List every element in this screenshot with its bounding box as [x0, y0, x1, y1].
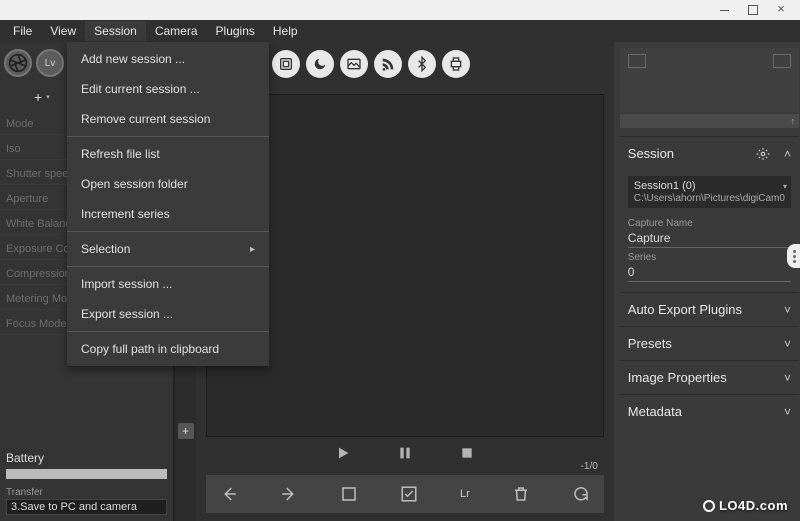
print-icon[interactable]: [442, 50, 470, 78]
lightroom-button[interactable]: Lr: [460, 488, 470, 500]
capture-name-input[interactable]: [628, 229, 791, 248]
series-input[interactable]: [628, 263, 791, 282]
back-icon[interactable]: [220, 485, 238, 503]
presets-section[interactable]: Presets˅: [620, 326, 799, 360]
menu-selection[interactable]: Selection▸: [67, 234, 269, 264]
gear-icon[interactable]: [756, 147, 770, 161]
thumb-placeholder-right: [773, 54, 791, 68]
bottom-toolbar: -1/0 Lr: [206, 475, 604, 513]
chevron-down-icon: ▾: [783, 182, 787, 191]
chevron-up-icon: ˄: [784, 147, 791, 161]
series-label: Series: [628, 252, 791, 263]
session-section-header[interactable]: Session ˄: [620, 136, 799, 170]
capture-name-label: Capture Name: [628, 218, 791, 229]
rss-icon[interactable]: [374, 50, 402, 78]
menu-session[interactable]: Session: [85, 21, 146, 41]
right-panel: ↑ Session ˄ Session1 (0) C:\Users\ahorn\…: [614, 42, 800, 521]
globe-icon: [703, 500, 715, 512]
titlebar: ×: [0, 0, 800, 20]
bluetooth-icon[interactable]: [408, 50, 436, 78]
stop-icon[interactable]: [459, 445, 475, 461]
menu-plugins[interactable]: Plugins: [207, 21, 264, 41]
auto-export-section[interactable]: Auto Export Plugins˅: [620, 292, 799, 326]
menu-camera[interactable]: Camera: [146, 21, 207, 41]
submenu-arrow-icon: ▸: [250, 244, 255, 255]
watermark: LO4D.com: [703, 498, 788, 513]
picture-icon[interactable]: [340, 50, 368, 78]
menu-refresh-files[interactable]: Refresh file list: [67, 139, 269, 169]
battery-label: Battery: [0, 445, 173, 467]
trash-icon[interactable]: [512, 485, 530, 503]
playback-controls: [196, 437, 614, 469]
scroll-up-button[interactable]: ↑: [620, 114, 799, 128]
thumb-placeholder-left: [628, 54, 646, 68]
session-path: C:\Users\ahorn\Pictures\digiCam0: [634, 193, 785, 204]
menu-remove-session[interactable]: Remove current session: [67, 104, 269, 134]
window-close-button[interactable]: ×: [776, 5, 786, 15]
drag-handle-icon[interactable]: [787, 244, 800, 268]
chevron-down-icon: ˅: [784, 337, 791, 351]
transfer-label: Transfer: [0, 485, 173, 498]
menubar: File View Session Camera Plugins Help: [0, 20, 800, 42]
metadata-section[interactable]: Metadata˅: [620, 394, 799, 428]
aperture-icon[interactable]: [4, 49, 32, 77]
stop-square-icon[interactable]: [340, 485, 358, 503]
menu-export-session[interactable]: Export session ...: [67, 299, 269, 329]
menu-increment-series[interactable]: Increment series: [67, 199, 269, 229]
window-maximize-button[interactable]: [748, 5, 758, 15]
chevron-down-icon: ˅: [784, 303, 791, 317]
window-minimize-button[interactable]: [720, 5, 730, 15]
menu-edit-session[interactable]: Edit current session ...: [67, 74, 269, 104]
play-icon[interactable]: [335, 445, 351, 461]
add-setting-button[interactable]: +: [178, 423, 194, 439]
menu-import-session[interactable]: Import session ...: [67, 269, 269, 299]
image-props-section[interactable]: Image Properties˅: [620, 360, 799, 394]
menu-copy-path[interactable]: Copy full path in clipboard: [67, 334, 269, 364]
image-counter: -1/0: [581, 461, 598, 472]
session-header-label: Session: [628, 146, 674, 161]
transfer-select[interactable]: 3.Save to PC and camera: [6, 499, 167, 515]
menu-view[interactable]: View: [41, 21, 85, 41]
menu-add-session[interactable]: Add new session ...: [67, 44, 269, 74]
battery-bar: [6, 469, 167, 479]
session-select[interactable]: Session1 (0) C:\Users\ahorn\Pictures\dig…: [628, 176, 791, 208]
forward-icon[interactable]: [280, 485, 298, 503]
chevron-down-icon: ˅: [784, 371, 791, 385]
check-icon[interactable]: [400, 485, 418, 503]
night-icon[interactable]: [306, 50, 334, 78]
menu-help[interactable]: Help: [264, 21, 307, 41]
pause-icon[interactable]: [397, 445, 413, 461]
menu-open-folder[interactable]: Open session folder: [67, 169, 269, 199]
bracket-icon[interactable]: [272, 50, 300, 78]
refresh-icon[interactable]: [572, 485, 590, 503]
menu-file[interactable]: File: [4, 21, 41, 41]
session-dropdown: Add new session ... Edit current session…: [67, 42, 269, 366]
chevron-down-icon: ˅: [784, 405, 791, 419]
liveview-button[interactable]: Lv: [36, 49, 64, 77]
thumbnail-strip: [620, 48, 799, 112]
